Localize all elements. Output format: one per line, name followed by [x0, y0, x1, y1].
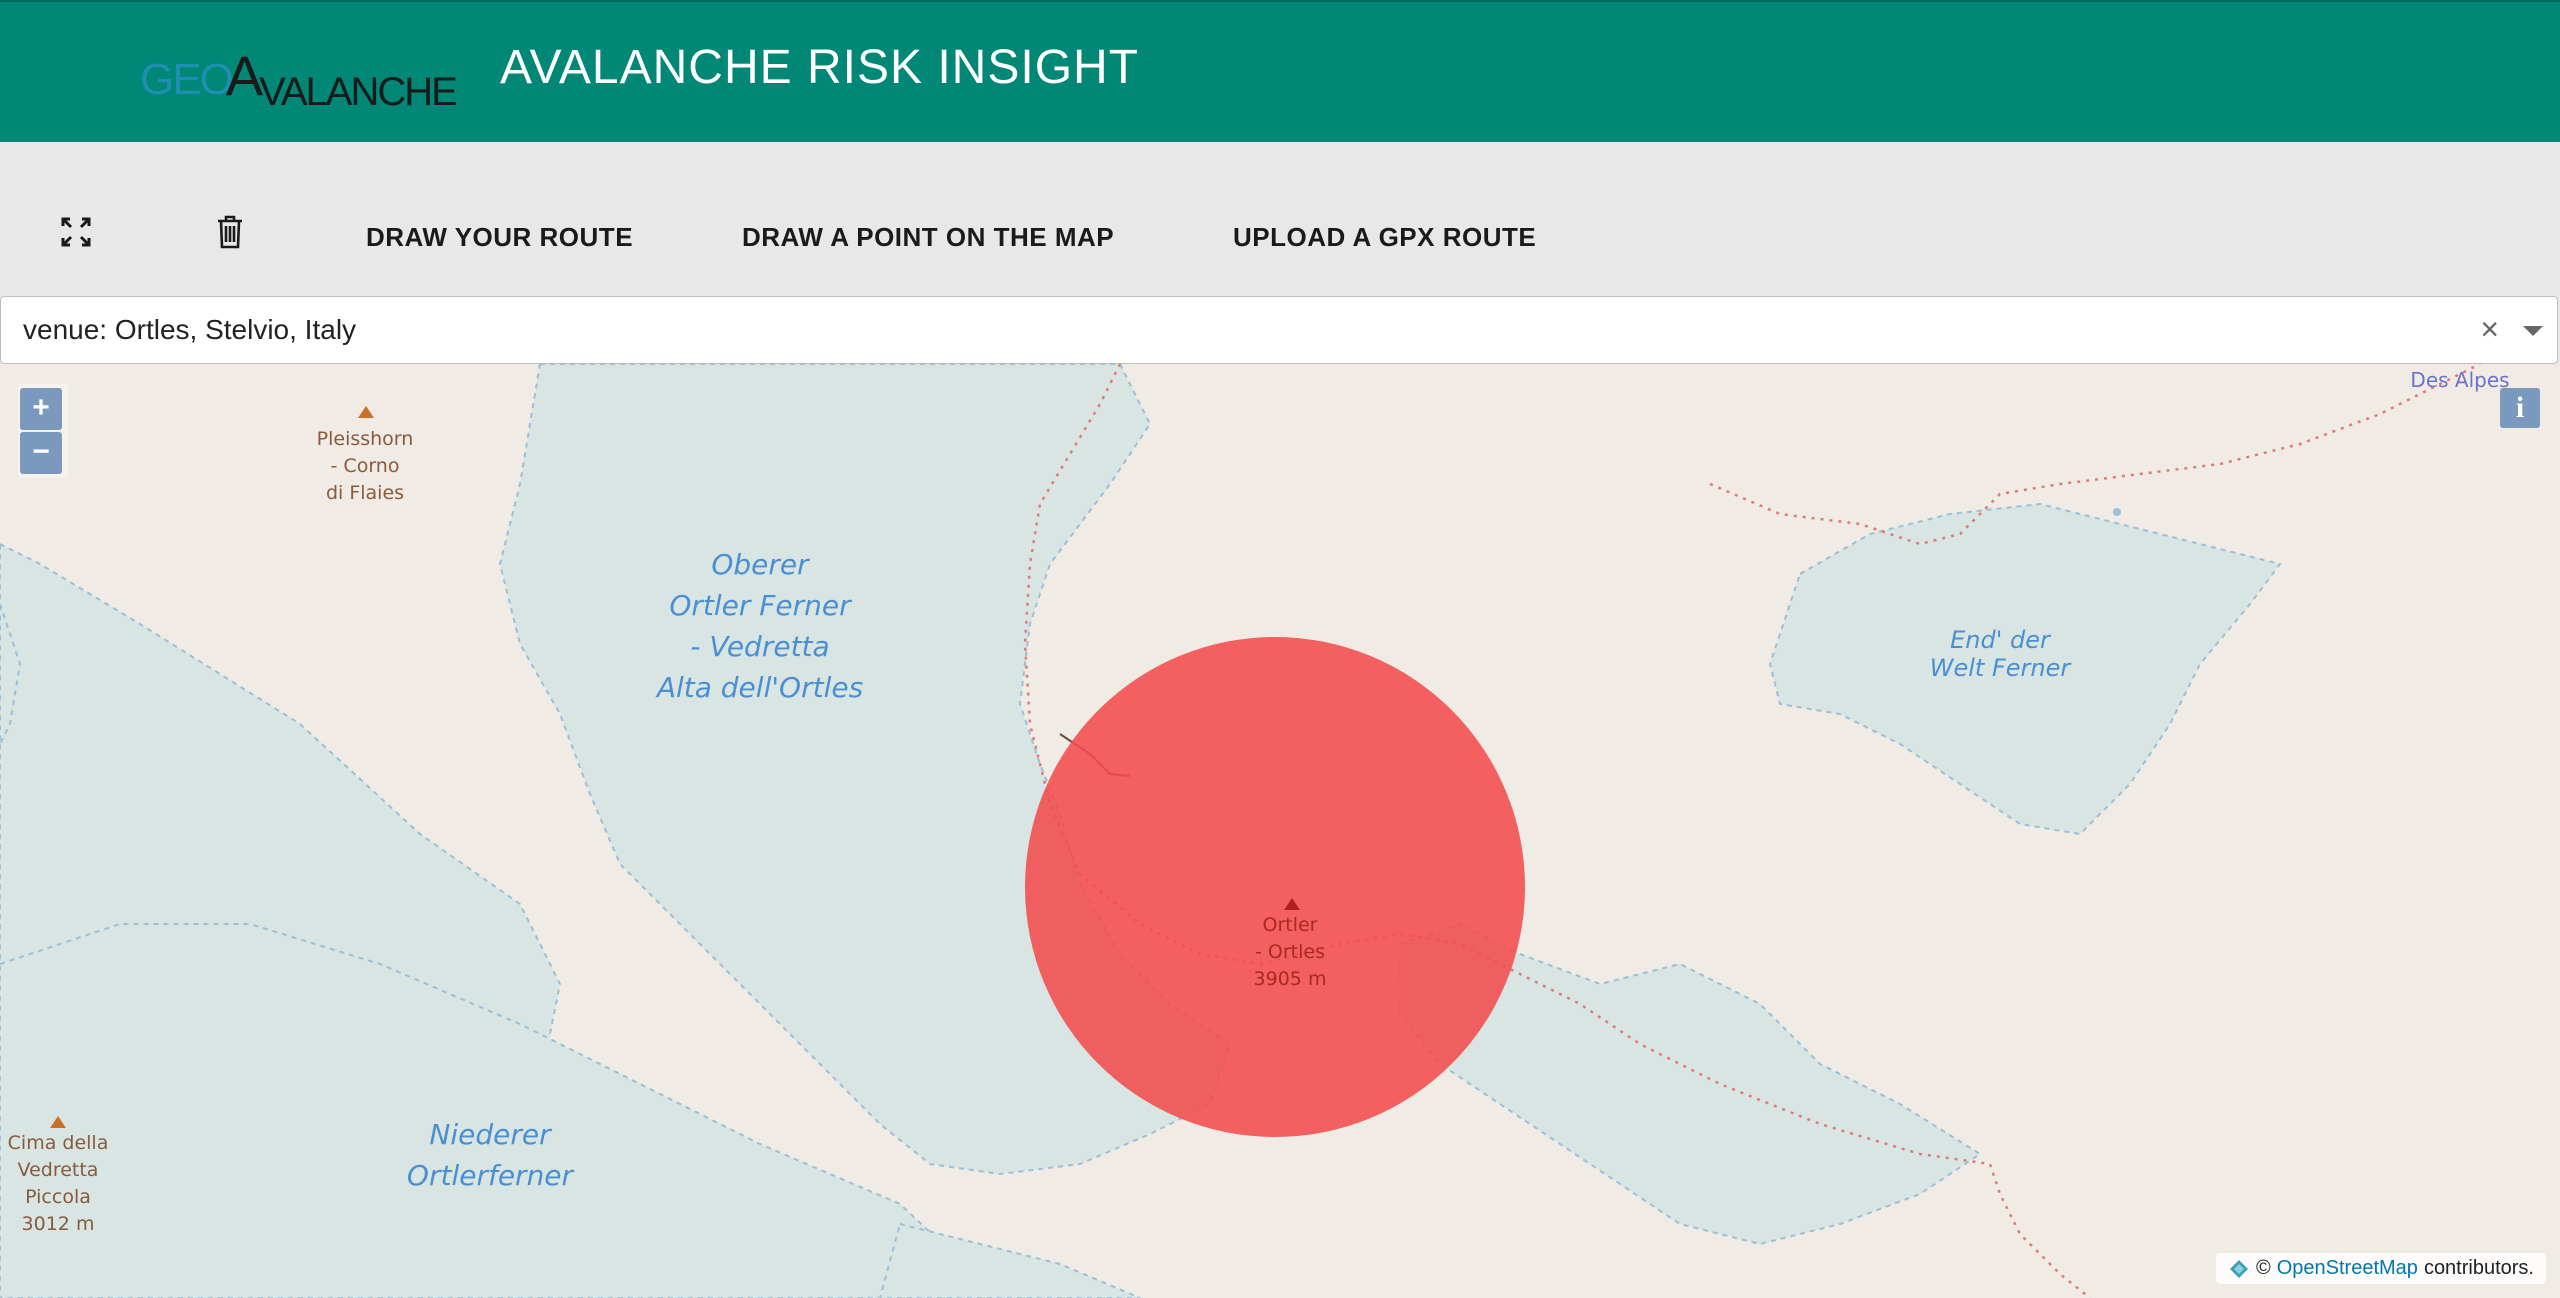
risk-area-circle: [1025, 637, 1525, 1137]
venue-search-select[interactable]: venue: Ortles, Stelvio, Italy ×: [0, 296, 2558, 364]
attribution-copyright: ©: [2255, 1257, 2271, 1279]
zoom-out-button[interactable]: −: [20, 432, 62, 474]
label-end-der-welt-ferner: End' der Welt Ferner: [1900, 626, 2100, 682]
label-line: Vedretta: [17, 1159, 99, 1181]
app-header: GEO A VALANCHE AVALANCHE RISK INSIGHT: [0, 0, 2560, 142]
logo-valanche-text: VALANCHE: [259, 70, 458, 114]
label-cima-della-vedretta: Cima della Vedretta Piccola 3012 m: [0, 1130, 118, 1238]
label-line: Alta dell'Ortles: [656, 671, 864, 704]
fullscreen-button[interactable]: [56, 212, 96, 252]
draw-point-button[interactable]: DRAW A POINT ON THE MAP: [742, 222, 1114, 253]
label-line: Niederer: [429, 1118, 551, 1151]
label-line: Ortler: [1262, 914, 1318, 936]
map-view[interactable]: Pleisshorn - Corno di Flaies Oberer Ortl…: [0, 364, 2560, 1298]
clear-search-icon[interactable]: ×: [2480, 311, 2499, 348]
layers-icon: [2229, 1259, 2248, 1278]
label-line: 3905 m: [1253, 968, 1327, 990]
app-title: AVALANCHE RISK INSIGHT: [500, 41, 1140, 94]
logo-geo-text: GEO: [140, 55, 234, 104]
label-niederer-ortlerferner: Niederer Ortlerferner: [380, 1114, 600, 1196]
label-line: Oberer: [711, 548, 809, 581]
label-line: Ortlerferner: [406, 1159, 574, 1192]
label-line: Ortler Ferner: [669, 589, 851, 622]
trash-icon: [218, 215, 242, 249]
label-line: di Flaies: [325, 482, 405, 504]
venue-search-value[interactable]: venue: Ortles, Stelvio, Italy: [23, 314, 356, 346]
openstreetmap-link[interactable]: OpenStreetMap: [2277, 1257, 2418, 1280]
zoom-control: + −: [18, 384, 68, 478]
label-ortler-peak: Ortler - Ortles 3905 m: [1220, 912, 1360, 993]
label-oberer-ortler-ferner: Oberer Ortler Ferner - Vedretta Alta del…: [640, 544, 880, 708]
attribution-suffix: contributors.: [2423, 1257, 2534, 1279]
label-line: Pleisshorn: [316, 428, 414, 450]
label-line: Piccola: [25, 1186, 91, 1208]
zoom-in-button[interactable]: +: [20, 388, 62, 430]
label-line: Welt Ferner: [1929, 654, 2071, 682]
label-line: Cima della: [7, 1132, 109, 1154]
draw-route-button[interactable]: DRAW YOUR ROUTE: [366, 222, 633, 253]
label-line: End' der: [1950, 626, 2050, 654]
info-button[interactable]: i: [2500, 388, 2540, 428]
label-line: - Vedretta: [690, 630, 830, 663]
label-pleisshorn: Pleisshorn - Corno di Flaies: [300, 426, 430, 507]
chevron-down-icon[interactable]: [2523, 326, 2543, 336]
toolbar: DRAW YOUR ROUTE DRAW A POINT ON THE MAP …: [0, 142, 2560, 296]
geoavalanche-logo[interactable]: GEO A VALANCHE: [140, 42, 458, 113]
peak-icon: [358, 406, 374, 418]
map-attribution: © OpenStreetMap contributors.: [2215, 1253, 2546, 1284]
label-line: - Ortles: [1255, 941, 1325, 963]
logo-a-text: A: [225, 44, 264, 107]
delete-button[interactable]: [210, 212, 250, 252]
label-line: - Corno: [330, 455, 400, 477]
expand-icon: [61, 217, 91, 247]
label-line: 3012 m: [21, 1213, 95, 1235]
upload-gpx-button[interactable]: UPLOAD A GPX ROUTE: [1233, 222, 1536, 253]
